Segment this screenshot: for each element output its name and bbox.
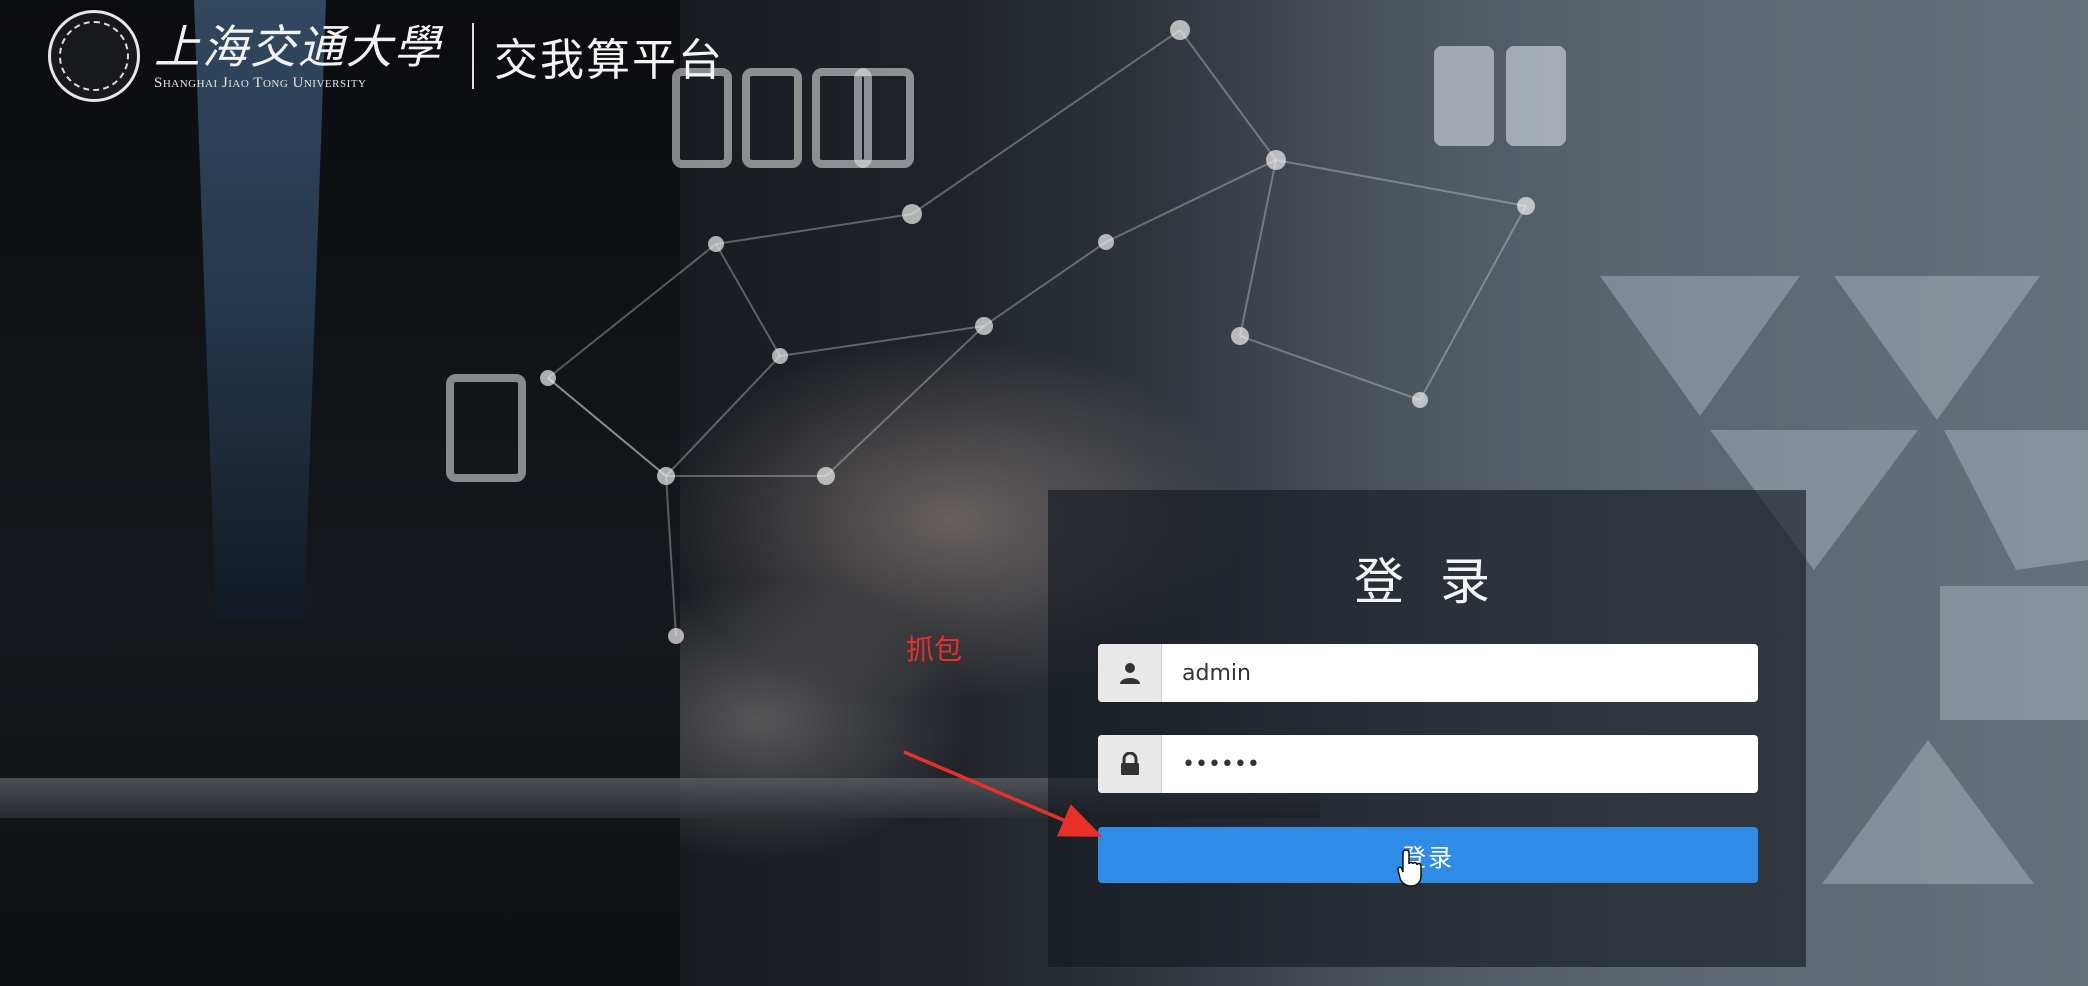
annotation-arrow	[903, 750, 1103, 837]
